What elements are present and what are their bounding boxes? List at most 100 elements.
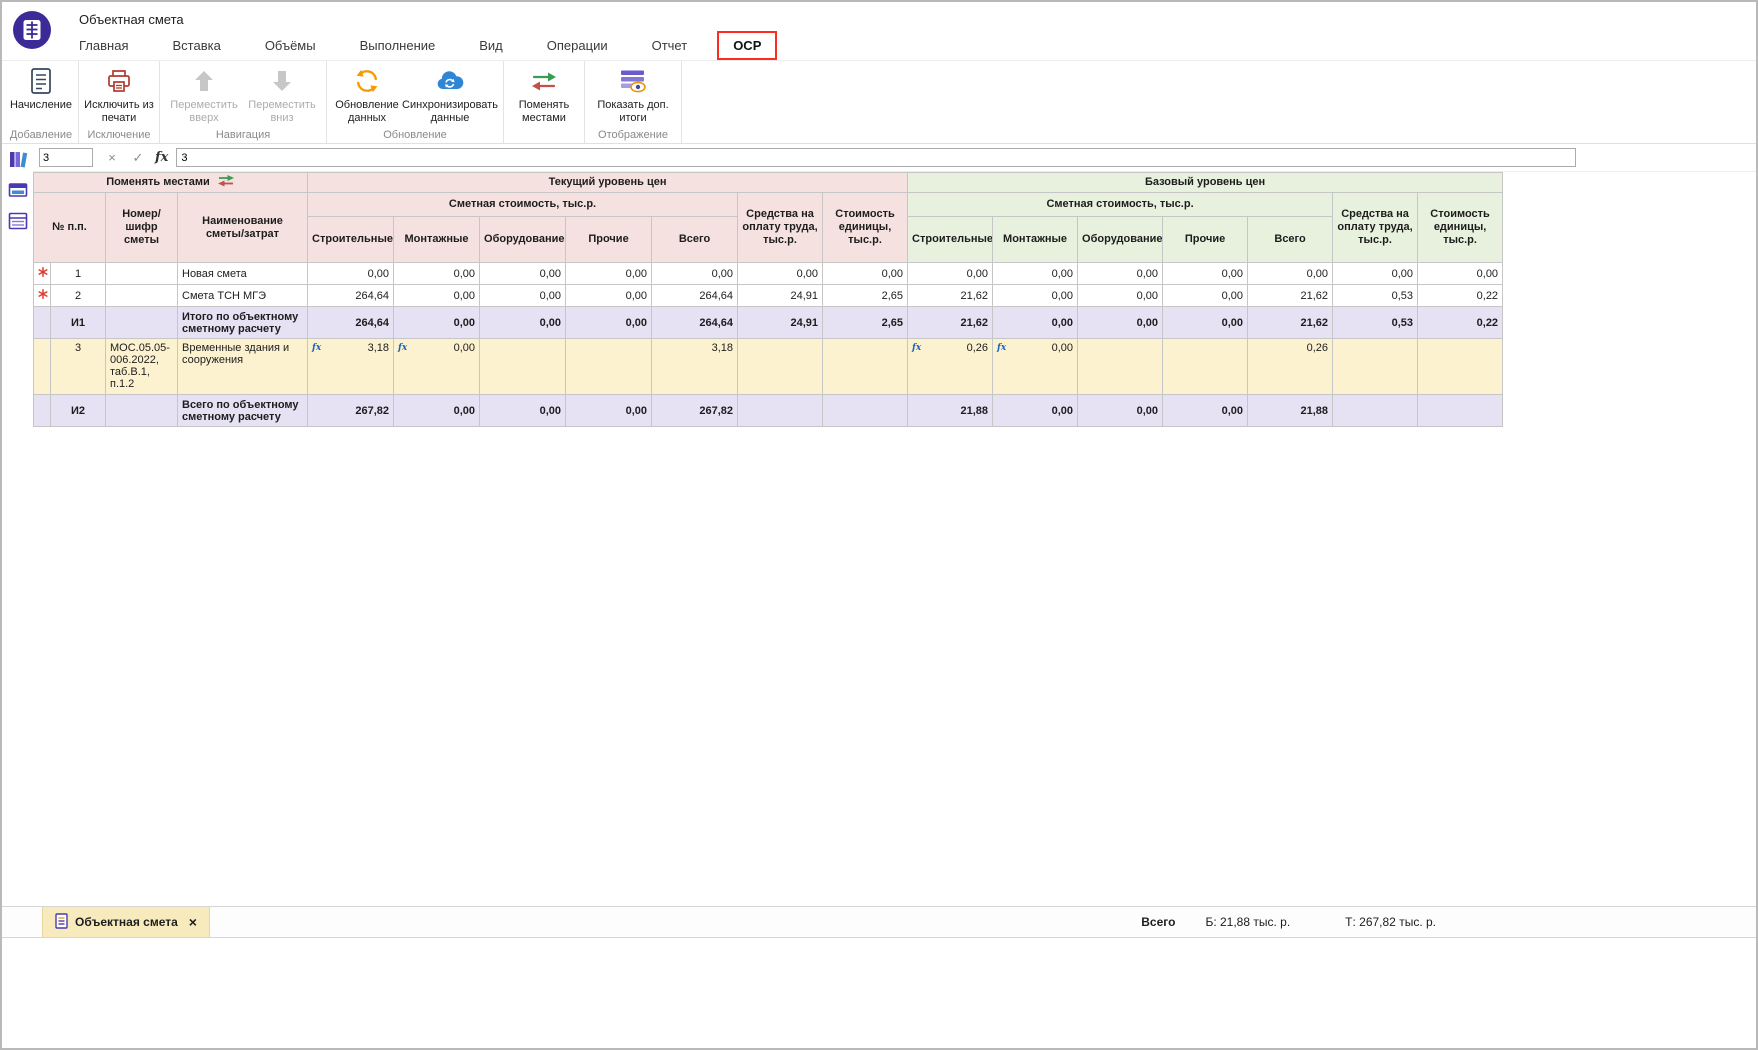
value-cell[interactable]: 0,00 xyxy=(394,395,480,427)
value-cell[interactable]: 0,00 xyxy=(823,263,908,285)
row-code-cell[interactable] xyxy=(106,285,178,307)
value-cell[interactable]: 21,62 xyxy=(1248,307,1333,339)
value-cell[interactable]: 21,62 xyxy=(908,307,993,339)
value-cell[interactable]: 0,00 xyxy=(993,307,1078,339)
row-number-cell[interactable]: 1 xyxy=(51,263,106,285)
value-cell[interactable]: 0,00 xyxy=(1078,307,1163,339)
panels-view-icon[interactable] xyxy=(7,179,29,201)
value-cell[interactable]: 0,53 xyxy=(1333,307,1418,339)
tab-vid[interactable]: Вид xyxy=(479,33,503,58)
row-name-cell[interactable]: Итого по объектному сметному расчету xyxy=(178,307,308,339)
value-cell[interactable]: 264,64 xyxy=(652,307,738,339)
clear-icon[interactable]: × xyxy=(105,151,119,164)
exclude-from-print-button[interactable]: Исключить из печати xyxy=(84,64,154,124)
value-cell[interactable] xyxy=(738,395,823,427)
close-icon[interactable]: × xyxy=(189,914,197,930)
tab-vypolnenie[interactable]: Выполнение xyxy=(360,33,436,58)
estimate-row[interactable]: И2Всего по объектному сметному расчету26… xyxy=(34,395,1503,427)
value-cell[interactable]: 21,62 xyxy=(1248,285,1333,307)
app-logo-icon[interactable] xyxy=(12,10,52,50)
value-cell[interactable]: 0,00 xyxy=(993,285,1078,307)
row-name-cell[interactable]: Всего по объектному сметному расчету xyxy=(178,395,308,427)
formula-input[interactable] xyxy=(176,148,1576,167)
value-cell[interactable]: 0,00 xyxy=(1333,263,1418,285)
value-cell[interactable]: 3,18 xyxy=(652,339,738,395)
refresh-data-button[interactable]: Обновление данных xyxy=(332,64,402,124)
value-cell[interactable] xyxy=(1418,395,1503,427)
value-cell[interactable]: 0,00 xyxy=(394,285,480,307)
value-cell[interactable] xyxy=(566,339,652,395)
value-cell[interactable]: 0,00 xyxy=(1078,395,1163,427)
row-code-cell[interactable] xyxy=(106,307,178,339)
value-cell[interactable] xyxy=(1333,339,1418,395)
row-code-cell[interactable] xyxy=(106,395,178,427)
sync-data-button[interactable]: Синхронизировать данные xyxy=(402,64,498,124)
value-cell[interactable]: 2,65 xyxy=(823,307,908,339)
value-cell[interactable] xyxy=(823,339,908,395)
estimate-row[interactable]: 2Смета ТСН МГЭ264,640,000,000,00264,6424… xyxy=(34,285,1503,307)
value-cell[interactable]: 0,00 xyxy=(1078,263,1163,285)
value-cell[interactable]: 0,53 xyxy=(1333,285,1418,307)
row-number-cell[interactable]: 3 xyxy=(51,339,106,395)
value-cell[interactable] xyxy=(1333,395,1418,427)
value-cell[interactable]: 264,64 xyxy=(308,285,394,307)
value-cell[interactable]: 264,64 xyxy=(308,307,394,339)
value-cell[interactable]: 2,65 xyxy=(823,285,908,307)
table-view-icon[interactable] xyxy=(7,210,29,232)
value-cell[interactable]: 0,00 xyxy=(1163,395,1248,427)
value-cell[interactable]: 0,00 xyxy=(1163,263,1248,285)
row-code-cell[interactable]: МОС.05.05-006.2022, таб.В.1, п.1.2 xyxy=(106,339,178,395)
value-cell[interactable]: 0,00 xyxy=(652,263,738,285)
estimate-row[interactable]: 3МОС.05.05-006.2022, таб.В.1, п.1.2Време… xyxy=(34,339,1503,395)
show-extra-totals-button[interactable]: Показать доп. итоги xyxy=(590,64,676,124)
value-cell[interactable] xyxy=(480,339,566,395)
row-name-cell[interactable]: Временные здания и сооружения xyxy=(178,339,308,395)
value-cell[interactable] xyxy=(1078,339,1163,395)
value-cell[interactable]: 0,00 xyxy=(394,263,480,285)
value-cell[interactable]: 0,22 xyxy=(1418,307,1503,339)
header-swap-columns[interactable]: Поменять местами xyxy=(34,173,308,193)
value-cell[interactable]: fx0,00 xyxy=(394,339,480,395)
document-tab[interactable]: Объектная смета × xyxy=(42,907,210,937)
row-number-cell[interactable]: И1 xyxy=(51,307,106,339)
value-cell[interactable]: 0,00 xyxy=(566,307,652,339)
value-cell[interactable]: 0,00 xyxy=(308,263,394,285)
value-cell[interactable]: 21,88 xyxy=(1248,395,1333,427)
accrual-button[interactable]: Начисление xyxy=(9,64,73,112)
value-cell[interactable]: 267,82 xyxy=(308,395,394,427)
value-cell[interactable]: 0,00 xyxy=(566,395,652,427)
value-cell[interactable]: 21,62 xyxy=(908,285,993,307)
tab-osr[interactable]: ОСР xyxy=(717,31,777,60)
estimates-structure-icon[interactable] xyxy=(7,148,29,170)
value-cell[interactable]: 0,00 xyxy=(993,395,1078,427)
value-cell[interactable] xyxy=(738,339,823,395)
value-cell[interactable]: 0,22 xyxy=(1418,285,1503,307)
accept-icon[interactable]: ✓ xyxy=(131,151,145,164)
swap-rows-button[interactable]: Поменять местами xyxy=(509,64,579,124)
value-cell[interactable]: 0,00 xyxy=(566,285,652,307)
value-cell[interactable]: fx3,18 xyxy=(308,339,394,395)
value-cell[interactable]: 0,00 xyxy=(738,263,823,285)
move-down-button[interactable]: Переместить вниз xyxy=(243,64,321,124)
value-cell[interactable]: 264,64 xyxy=(652,285,738,307)
value-cell[interactable]: 267,82 xyxy=(652,395,738,427)
row-number-input[interactable] xyxy=(39,148,93,167)
row-number-cell[interactable]: 2 xyxy=(51,285,106,307)
value-cell[interactable]: 0,00 xyxy=(394,307,480,339)
tab-vstavka[interactable]: Вставка xyxy=(172,33,220,58)
value-cell[interactable]: 0,00 xyxy=(480,263,566,285)
estimate-row[interactable]: 1Новая смета0,000,000,000,000,000,000,00… xyxy=(34,263,1503,285)
value-cell[interactable]: 0,00 xyxy=(993,263,1078,285)
value-cell[interactable]: 0,00 xyxy=(480,307,566,339)
value-cell[interactable] xyxy=(823,395,908,427)
row-name-cell[interactable]: Новая смета xyxy=(178,263,308,285)
value-cell[interactable]: 0,00 xyxy=(1078,285,1163,307)
value-cell[interactable]: 0,00 xyxy=(1248,263,1333,285)
value-cell[interactable]: 24,91 xyxy=(738,285,823,307)
row-code-cell[interactable] xyxy=(106,263,178,285)
row-name-cell[interactable]: Смета ТСН МГЭ xyxy=(178,285,308,307)
value-cell[interactable]: 24,91 xyxy=(738,307,823,339)
value-cell[interactable]: 0,00 xyxy=(1418,263,1503,285)
value-cell[interactable]: 0,00 xyxy=(480,285,566,307)
value-cell[interactable]: 0,00 xyxy=(480,395,566,427)
